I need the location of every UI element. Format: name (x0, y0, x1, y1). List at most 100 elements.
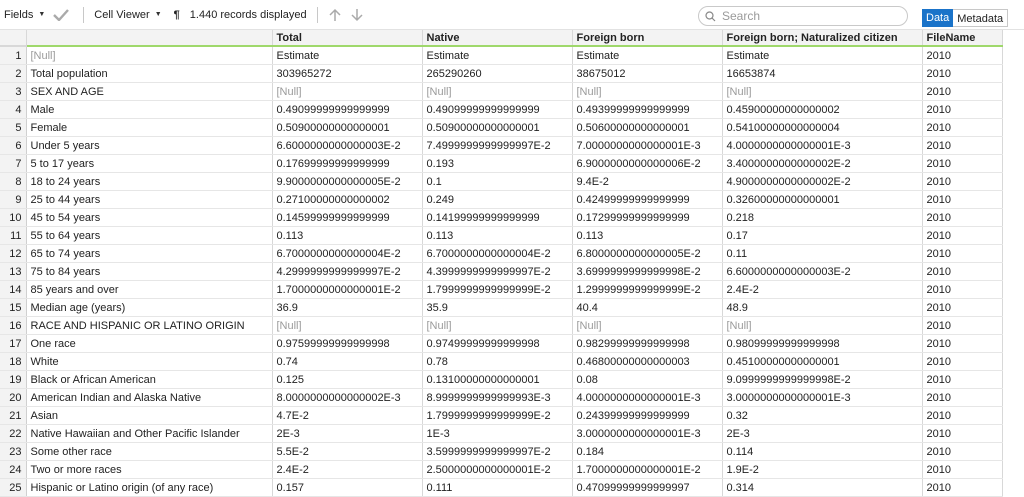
table-cell[interactable]: 9.9000000000000005E-2 (272, 172, 423, 191)
table-cell[interactable]: 0.50900000000000001 (272, 118, 423, 137)
table-cell[interactable]: 40.4 (572, 298, 723, 317)
table-cell[interactable]: 1.2999999999999999E-2 (572, 280, 723, 299)
table-cell[interactable]: 2.4E-2 (272, 460, 423, 479)
table-cell[interactable]: SEX AND AGE (26, 82, 273, 101)
table-row[interactable]: 1 [Null] Estimate Estimate Estimate Estimate 2… (0, 46, 1003, 65)
table-cell[interactable]: [Null] (26, 46, 273, 65)
table-cell[interactable]: 0.54100000000000004 (722, 118, 923, 137)
table-cell[interactable]: 36.9 (272, 298, 423, 317)
table-cell[interactable]: 2010 (922, 478, 1003, 497)
table-cell[interactable]: 2010 (922, 244, 1003, 263)
table-cell[interactable]: [Null] (272, 82, 423, 101)
table-cell[interactable]: 2010 (922, 298, 1003, 317)
table-cell[interactable]: 0.32600000000000001 (722, 190, 923, 209)
table-cell[interactable]: 2010 (922, 82, 1003, 101)
table-row[interactable]: 6 Under 5 years 6.6000000000000003E-2 7.499… (0, 136, 1003, 155)
table-cell[interactable]: 0.193 (422, 154, 573, 173)
table-cell[interactable]: [Null] (422, 82, 573, 101)
table-cell[interactable]: 0.50600000000000001 (572, 118, 723, 137)
table-cell[interactable]: 0.47099999999999997 (572, 478, 723, 497)
table-cell[interactable]: 2010 (922, 46, 1003, 65)
table-row[interactable]: 16 RACE AND HISPANIC OR LATINO ORIGIN [Nul… (0, 316, 1003, 335)
table-cell[interactable]: Hispanic or Latino origin (of any race) (26, 478, 273, 497)
table-row[interactable]: 9 25 to 44 years 0.27100000000000002 0.249 0… (0, 190, 1003, 209)
column-header[interactable]: Foreign born (572, 30, 723, 47)
table-cell[interactable]: 2010 (922, 280, 1003, 299)
table-cell[interactable]: 0.1 (422, 172, 573, 191)
table-cell[interactable]: 0.74 (272, 352, 423, 371)
table-cell[interactable]: Asian (26, 406, 273, 425)
table-cell[interactable]: 0.46800000000000003 (572, 352, 723, 371)
table-cell[interactable]: [Null] (722, 316, 923, 335)
table-cell[interactable]: 3.0000000000000001E-3 (722, 388, 923, 407)
table-cell[interactable]: 75 to 84 years (26, 262, 273, 281)
table-cell[interactable]: 85 years and over (26, 280, 273, 299)
table-cell[interactable]: Some other race (26, 442, 273, 461)
table-cell[interactable]: Black or African American (26, 370, 273, 389)
table-cell[interactable]: 0.113 (572, 226, 723, 245)
table-row[interactable]: 21 Asian 4.7E-2 1.7999999999999999E-2 0.2439… (0, 406, 1003, 425)
table-cell[interactable]: 2010 (922, 406, 1003, 425)
table-row[interactable]: 2 Total population 303965272 265290260 38675… (0, 64, 1003, 83)
table-cell[interactable]: [Null] (422, 316, 573, 335)
table-cell[interactable]: 0.42499999999999999 (572, 190, 723, 209)
table-cell[interactable]: 6.8000000000000005E-2 (572, 244, 723, 263)
table-cell[interactable]: 2010 (922, 370, 1003, 389)
table-cell[interactable]: 16653874 (722, 64, 923, 83)
table-cell[interactable]: 0.17 (722, 226, 923, 245)
table-row[interactable]: 13 75 to 84 years 4.2999999999999997E-2 4.3… (0, 262, 1003, 281)
table-cell[interactable]: 2010 (922, 136, 1003, 155)
table-cell[interactable]: 6.7000000000000004E-2 (272, 244, 423, 263)
table-cell[interactable]: 2010 (922, 226, 1003, 245)
pilcrow-toggle[interactable]: ¶ (170, 0, 184, 30)
table-row[interactable]: 18 White 0.74 0.78 0.46800000000000003 0.4510… (0, 352, 1003, 371)
table-cell[interactable]: 48.9 (722, 298, 923, 317)
table-row[interactable]: 75 to 17 years 0.17699999999999999 0.193 6.… (0, 154, 1003, 173)
table-cell[interactable]: 0.45100000000000001 (722, 352, 923, 371)
table-cell[interactable]: White (26, 352, 273, 371)
table-cell[interactable]: 0.113 (272, 226, 423, 245)
cell-viewer-dropdown[interactable]: Cell Viewer ▼ (90, 0, 165, 30)
table-row[interactable]: 5 Female 0.50900000000000001 0.509000000000… (0, 118, 1003, 137)
table-cell[interactable]: Estimate (422, 46, 573, 65)
search-box[interactable] (698, 6, 908, 26)
table-row[interactable]: 23 Some other race 5.5E-2 3.599999999999999… (0, 442, 1003, 461)
table-cell[interactable]: 1.7000000000000001E-2 (572, 460, 723, 479)
table-cell[interactable]: 25 to 44 years (26, 190, 273, 209)
table-cell[interactable]: Two or more races (26, 460, 273, 479)
table-row[interactable]: 20 American Indian and Alaska Native 8.000… (0, 388, 1003, 407)
tab-data[interactable]: Data (922, 9, 954, 27)
table-cell[interactable]: 6.6000000000000003E-2 (722, 262, 923, 281)
table-cell[interactable]: 0.97599999999999998 (272, 334, 423, 353)
table-cell[interactable]: 2E-3 (272, 424, 423, 443)
table-cell[interactable]: 1.9E-2 (722, 460, 923, 479)
fields-dropdown[interactable]: Fields ▼ (0, 0, 49, 30)
table-cell[interactable]: 0.98099999999999998 (722, 334, 923, 353)
table-cell[interactable]: 0.17299999999999999 (572, 208, 723, 227)
table-cell[interactable]: 6.9000000000000006E-2 (572, 154, 723, 173)
table-cell[interactable]: 0.113 (422, 226, 573, 245)
table-cell[interactable]: 7.0000000000000001E-3 (572, 136, 723, 155)
table-cell[interactable]: 2010 (922, 64, 1003, 83)
table-cell[interactable]: [Null] (272, 316, 423, 335)
table-cell[interactable]: Female (26, 118, 273, 137)
table-cell[interactable]: 0.97499999999999998 (422, 334, 573, 353)
table-cell[interactable]: 0.78 (422, 352, 573, 371)
table-cell[interactable]: 0.125 (272, 370, 423, 389)
table-cell[interactable]: 2E-3 (722, 424, 923, 443)
table-cell[interactable]: 0.184 (572, 442, 723, 461)
table-cell[interactable]: 0.45900000000000002 (722, 100, 923, 119)
table-cell[interactable]: 1E-3 (422, 424, 573, 443)
table-cell[interactable]: 4.2999999999999997E-2 (272, 262, 423, 281)
table-cell[interactable]: 0.50900000000000001 (422, 118, 573, 137)
table-cell[interactable]: Median age (years) (26, 298, 273, 317)
table-cell[interactable]: 2010 (922, 460, 1003, 479)
table-cell[interactable]: 0.49099999999999999 (272, 100, 423, 119)
table-cell[interactable]: 2010 (922, 172, 1003, 191)
table-cell[interactable]: 3.6999999999999998E-2 (572, 262, 723, 281)
table-cell[interactable]: 0.49099999999999999 (422, 100, 573, 119)
table-cell[interactable]: 265290260 (422, 64, 573, 83)
arrow-down-icon[interactable] (350, 8, 364, 22)
table-cell[interactable]: 0.11 (722, 244, 923, 263)
column-header[interactable]: Native (422, 30, 573, 47)
